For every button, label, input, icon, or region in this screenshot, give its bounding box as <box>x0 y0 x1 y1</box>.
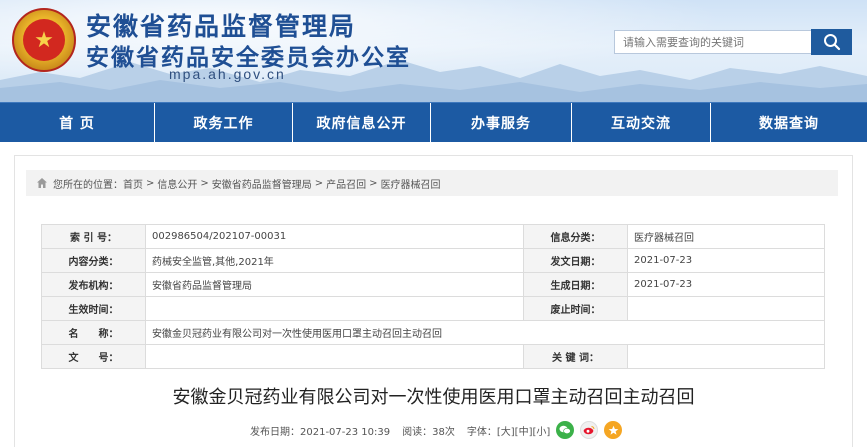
table-row: 索 引 号： 002986504/202107-00031 信息分类： 医疗器械… <box>41 224 825 249</box>
name-label: 名 称： <box>41 320 146 345</box>
home-icon <box>37 178 47 188</box>
font-small-button[interactable]: [小] <box>532 423 550 438</box>
abolish-time-label: 废止时间： <box>523 296 628 321</box>
index-value: 002986504/202107-00031 <box>145 224 524 249</box>
article-title: 安徽金贝冠药业有限公司对一次性使用医用口罩主动召回主动召回 <box>172 387 695 408</box>
effective-time-value <box>145 296 524 321</box>
publish-date-value: 2021-07-23 <box>627 248 825 273</box>
breadcrumb-agency[interactable]: 安徽省药品监督管理局 <box>212 176 312 191</box>
table-row: 内容分类： 药械安全监管,其他,2021年 发文日期： 2021-07-23 <box>41 248 825 273</box>
document-number-label: 文 号： <box>41 344 146 369</box>
emblem-star-icon: ★ <box>23 19 65 61</box>
weibo-share-icon[interactable] <box>580 421 599 439</box>
breadcrumb-info-disclosure[interactable]: 信息公开 <box>157 176 197 191</box>
table-row: 发布机构： 安徽省药品监督管理局 生成日期： 2021-07-23 <box>41 272 825 297</box>
wechat-share-icon[interactable] <box>556 421 575 439</box>
table-row: 生效时间： 废止时间： <box>41 296 825 321</box>
generated-date-value: 2021-07-23 <box>627 272 825 297</box>
name-value: 安徽金贝冠药业有限公司对一次性使用医用口罩主动召回主动召回 <box>145 320 825 345</box>
publish-time: 发布日期：2021-07-23 10:39 <box>250 426 391 438</box>
nav-government-affairs[interactable]: 政务工作 <box>155 103 293 143</box>
keywords-value <box>627 344 825 369</box>
info-category-label: 信息分类： <box>523 224 628 249</box>
nav-data-query[interactable]: 数据查询 <box>711 103 867 143</box>
font-large-button[interactable]: [大] <box>497 423 515 438</box>
publisher-value: 安徽省药品监督管理局 <box>145 272 524 297</box>
breadcrumb-separator: > <box>369 177 378 189</box>
publish-date-label: 发文日期： <box>523 248 628 273</box>
content-category-label: 内容分类： <box>41 248 146 273</box>
breadcrumb-device-recall[interactable]: 医疗器械召回 <box>381 176 441 191</box>
info-category-value: 医疗器械召回 <box>627 224 825 249</box>
nav-info-disclosure[interactable]: 政府信息公开 <box>293 103 431 143</box>
document-info-table: 索 引 号： 002986504/202107-00031 信息分类： 医疗器械… <box>41 224 825 369</box>
nav-services[interactable]: 办事服务 <box>431 103 572 143</box>
view-count: 阅读：38次 <box>402 426 455 438</box>
article-meta: 发布日期：2021-07-23 10:39 阅读：38次 字体： [大] [中]… <box>250 421 623 439</box>
generated-date-label: 生成日期： <box>523 272 628 297</box>
breadcrumb: 您所在的位置： 首页 > 信息公开 > 安徽省药品监督管理局 > 产品召回 > … <box>26 170 838 196</box>
table-row: 文 号： 关 键 词： <box>41 344 825 369</box>
search-icon <box>823 34 840 51</box>
search-button[interactable] <box>811 29 852 55</box>
breadcrumb-separator: > <box>146 177 155 189</box>
nav-interaction[interactable]: 互动交流 <box>572 103 711 143</box>
content-category-value: 药械安全监管,其他,2021年 <box>145 248 524 273</box>
publisher-label: 发布机构： <box>41 272 146 297</box>
index-label: 索 引 号： <box>41 224 146 249</box>
effective-time-label: 生效时间： <box>41 296 146 321</box>
font-medium-button[interactable]: [中] <box>515 423 533 438</box>
favorite-star-icon[interactable] <box>604 421 623 439</box>
breadcrumb-separator: > <box>314 177 324 189</box>
search-input[interactable] <box>614 30 812 54</box>
breadcrumb-separator: > <box>200 177 209 189</box>
document-number-value <box>145 344 524 369</box>
keywords-label: 关 键 词： <box>523 344 628 369</box>
font-size-label: 字体： <box>466 426 497 438</box>
site-domain: mpa.ah.gov.cn <box>169 66 286 82</box>
breadcrumb-home[interactable]: 首页 <box>123 176 143 191</box>
abolish-time-value <box>627 296 825 321</box>
national-emblem-icon[interactable]: ★ <box>12 8 76 72</box>
breadcrumb-prefix: 您所在的位置： <box>53 179 123 191</box>
table-row: 名 称： 安徽金贝冠药业有限公司对一次性使用医用口罩主动召回主动召回 <box>41 320 825 345</box>
nav-home[interactable]: 首 页 <box>0 103 155 143</box>
main-nav: 首 页 政务工作 政府信息公开 办事服务 互动交流 数据查询 <box>0 102 867 143</box>
breadcrumb-product-recall[interactable]: 产品召回 <box>326 176 366 191</box>
